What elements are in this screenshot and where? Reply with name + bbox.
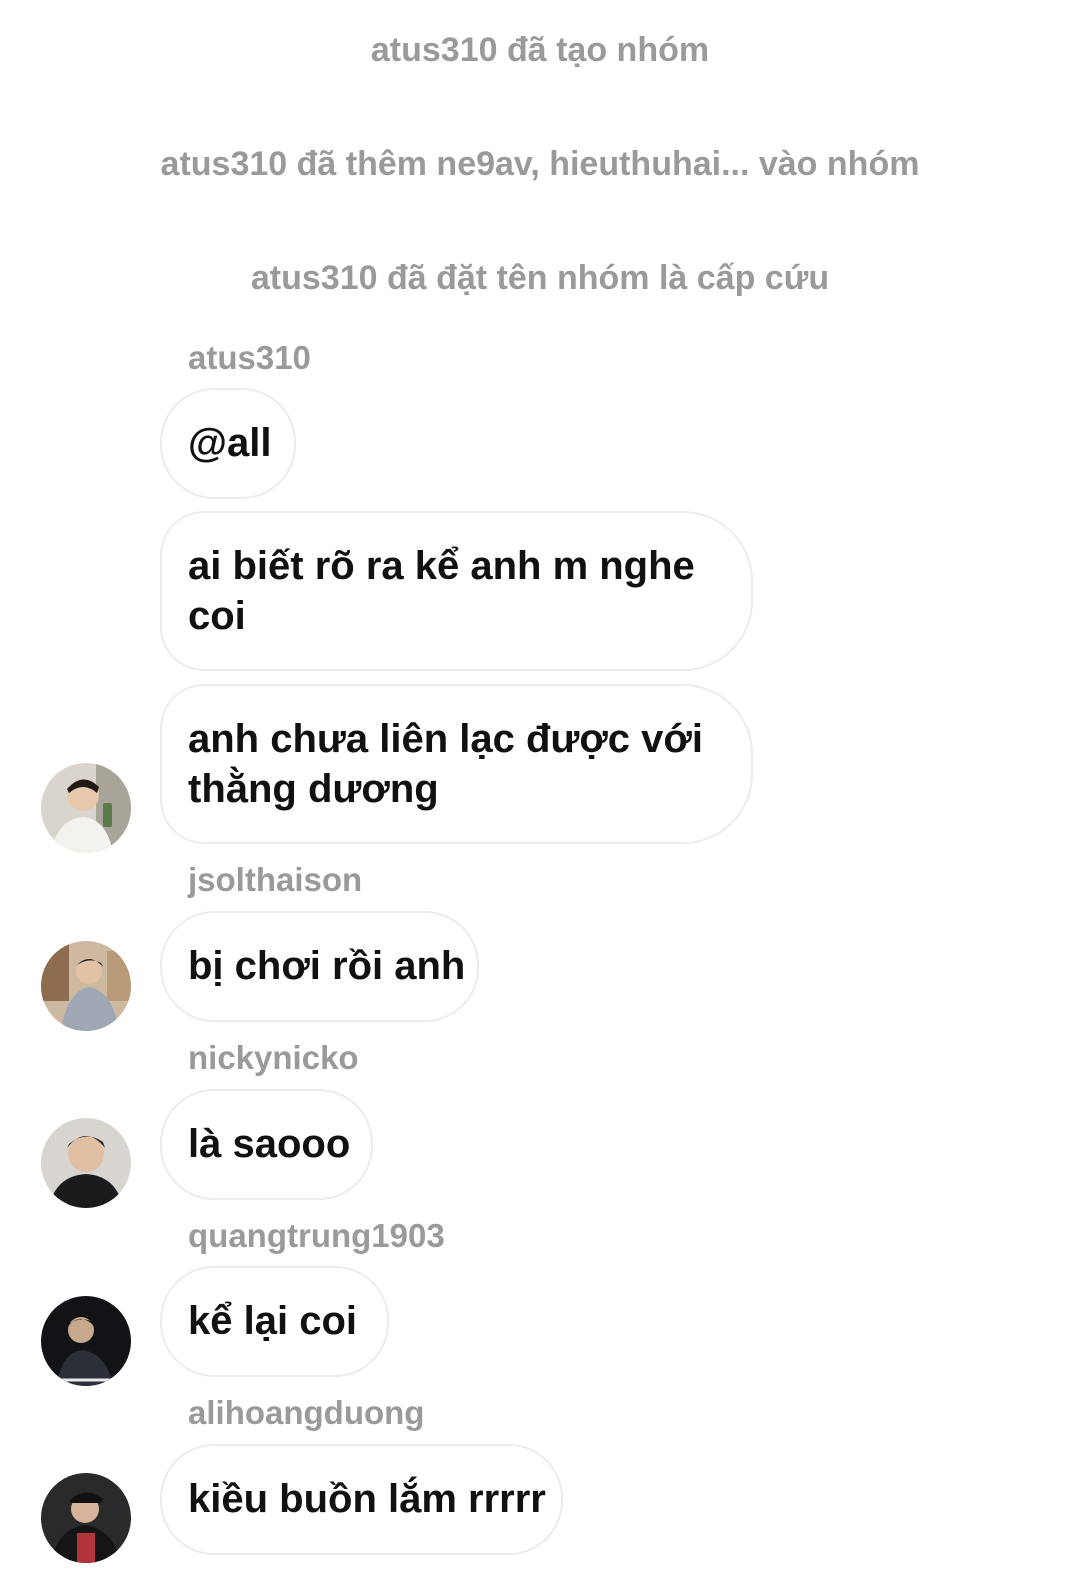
user-avatar-icon [41, 1296, 131, 1386]
user-avatar-icon [41, 1473, 131, 1563]
message-bubble[interactable]: anh chưa liên lạc được với thằng dương [160, 684, 753, 844]
user-avatar-icon [41, 1118, 131, 1208]
sender-name-atus310[interactable]: atus310 [188, 338, 311, 378]
avatar-atus310[interactable] [41, 763, 131, 853]
message-text: anh chưa liên lạc được với thằng dương [188, 717, 703, 811]
sender-name-alihoangduong[interactable]: alihoangduong [188, 1393, 424, 1433]
message-bubble[interactable]: @all [160, 388, 296, 499]
system-message-group-created: atus310 đã tạo nhóm [370, 31, 710, 69]
sender-name-quangtrung1903[interactable]: quangtrung1903 [188, 1216, 445, 1256]
system-message-group-renamed: atus310 đã đặt tên nhóm là cấp cứu [250, 259, 830, 297]
user-avatar-icon [41, 763, 131, 853]
avatar-alihoangduong[interactable] [41, 1473, 131, 1563]
sender-name-nickynicko[interactable]: nickynicko [188, 1038, 359, 1078]
system-message-members-added: atus310 đã thêm ne9av, hieuthuhai... vào… [160, 145, 920, 183]
avatar-jsolthaison[interactable] [41, 941, 131, 1031]
message-bubble[interactable]: kiều buồn lắm rrrrr [160, 1444, 563, 1555]
message-bubble[interactable]: là saooo [160, 1089, 373, 1200]
user-avatar-icon [41, 941, 131, 1031]
message-text: ai biết rõ ra kể anh m nghe coi [188, 544, 695, 638]
avatar-quangtrung1903[interactable] [41, 1296, 131, 1386]
sender-name-jsolthaison[interactable]: jsolthaison [188, 860, 362, 900]
message-bubble[interactable]: ai biết rõ ra kể anh m nghe coi [160, 511, 753, 671]
message-bubble[interactable]: bị chơi rồi anh [160, 911, 479, 1022]
message-bubble[interactable]: kể lại coi [160, 1266, 389, 1377]
avatar-nickynicko[interactable] [41, 1118, 131, 1208]
